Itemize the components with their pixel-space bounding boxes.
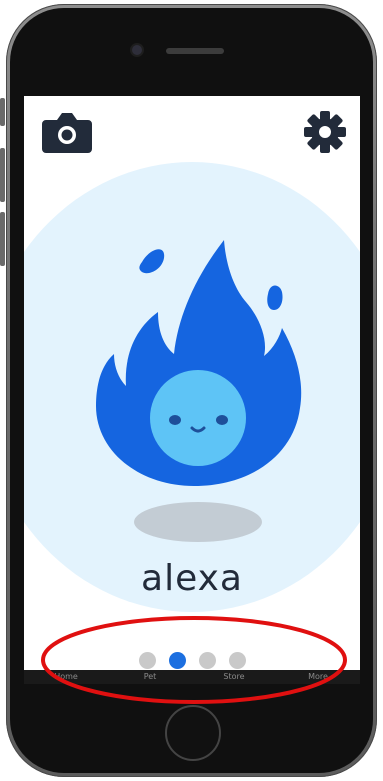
camera-button[interactable] bbox=[42, 110, 92, 154]
page-dot-4[interactable] bbox=[228, 652, 246, 669]
mascot-eye-right bbox=[216, 415, 228, 425]
tab-store[interactable]: Store bbox=[192, 670, 276, 684]
tab-more[interactable]: More bbox=[276, 670, 360, 684]
flame-drop-left bbox=[139, 249, 165, 274]
camera-icon bbox=[42, 113, 92, 153]
mascot-eye-left bbox=[169, 415, 181, 425]
tab-home[interactable]: Home bbox=[24, 670, 108, 684]
page-dot-3[interactable] bbox=[198, 652, 216, 669]
volume-down-button bbox=[0, 212, 5, 266]
flame-drop-right bbox=[267, 285, 283, 310]
home-button[interactable] bbox=[165, 705, 221, 761]
mascot-face bbox=[150, 370, 246, 466]
volume-up-button bbox=[0, 148, 5, 202]
tab-pet[interactable]: Pet bbox=[108, 670, 192, 684]
mute-switch bbox=[0, 98, 5, 126]
settings-button[interactable] bbox=[300, 110, 350, 154]
gear-icon bbox=[304, 111, 346, 153]
app-screen: alexa Home Pet Store More bbox=[24, 96, 360, 684]
flame-mascot-icon[interactable] bbox=[84, 236, 304, 556]
bottom-tab-bar: Home Pet Store More bbox=[24, 670, 360, 684]
mascot-shadow bbox=[134, 502, 262, 542]
page-indicator bbox=[24, 652, 360, 669]
mascot-name: alexa bbox=[141, 558, 243, 599]
earpiece-speaker bbox=[166, 48, 224, 54]
front-camera bbox=[132, 45, 142, 55]
page-dot-1[interactable] bbox=[138, 652, 156, 669]
page-dot-2-active[interactable] bbox=[168, 652, 186, 669]
